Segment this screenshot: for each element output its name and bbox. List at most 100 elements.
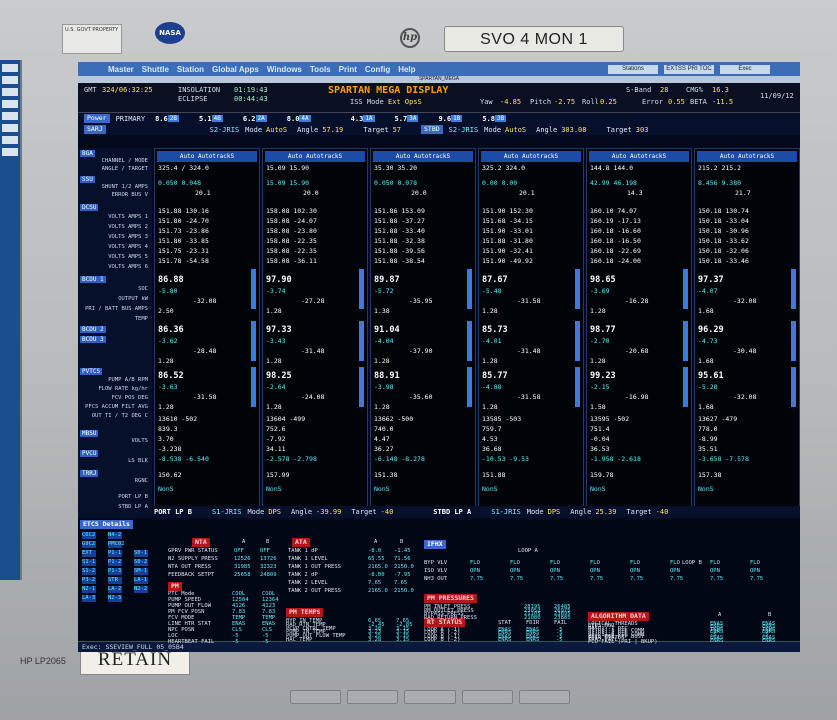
alg-b-value: ENAS bbox=[762, 637, 776, 644]
ifhx-value: 7.75 bbox=[590, 576, 604, 582]
channel-value: 87.67 bbox=[482, 275, 508, 285]
channel-value: 13604 -499 bbox=[266, 415, 306, 423]
channel-value: 151.88 -37.27 bbox=[374, 217, 425, 225]
power-channel: 5.8 bbox=[482, 114, 495, 123]
channel-tag: 2B bbox=[167, 115, 179, 122]
etcs-details-button[interactable]: ETCS Details bbox=[80, 520, 133, 529]
row-label[interactable]: BCDU 1 bbox=[80, 276, 106, 283]
stbd-sarj: S2-JRIS bbox=[448, 125, 479, 134]
row-label[interactable]: MBSU bbox=[80, 430, 99, 437]
row-label[interactable]: BCDU 3 bbox=[80, 336, 106, 343]
channel-value: 1.28 bbox=[590, 357, 606, 365]
power-channel: 8.6 bbox=[155, 114, 168, 123]
monitor-buttons[interactable] bbox=[290, 690, 571, 708]
battery-bar bbox=[791, 367, 796, 407]
pm-temp-b-value: 3.15 bbox=[396, 637, 410, 643]
row-label: TEMP bbox=[134, 316, 148, 322]
port-angle-label: Angle bbox=[297, 125, 319, 134]
channel-value: 1.28 bbox=[374, 357, 390, 365]
channel-value: 158.08 -22.35 bbox=[266, 237, 317, 245]
extss-button[interactable]: EXTSS PRI TOC bbox=[664, 64, 714, 74]
ifhx-title[interactable]: IFHX bbox=[424, 540, 446, 549]
stbd-target-label: Target bbox=[606, 125, 632, 134]
nta-b-value: OFF bbox=[260, 548, 270, 554]
beta-label: BETA bbox=[690, 98, 707, 106]
row-label[interactable]: DCSU bbox=[80, 204, 99, 211]
row-label: ANGLE / TARGET bbox=[101, 166, 148, 172]
menu-print[interactable]: Print bbox=[339, 65, 357, 74]
channel-value: -6.148 -8.278 bbox=[374, 455, 425, 463]
row-label[interactable]: BGA bbox=[80, 150, 95, 157]
channel-value: NonS bbox=[698, 485, 714, 493]
channel-value: 8.456 9.380 bbox=[698, 179, 742, 187]
menu-master[interactable]: Master bbox=[108, 65, 134, 74]
channel-value: 2.50 bbox=[158, 307, 174, 315]
power-label[interactable]: Power bbox=[84, 114, 110, 123]
nta-b-value: 13726 bbox=[260, 556, 277, 562]
nta-b-value: 32323 bbox=[260, 564, 277, 570]
monitor-button[interactable] bbox=[518, 690, 571, 704]
menu-tools[interactable]: Tools bbox=[310, 65, 331, 74]
channel-value: 0.00 0.00 bbox=[482, 179, 518, 187]
loop-key-label: LA-1 bbox=[134, 577, 148, 583]
channel-value: 13595 -502 bbox=[590, 415, 630, 423]
exec-button[interactable]: Exec bbox=[720, 64, 770, 74]
channel-tag: 2A bbox=[255, 115, 267, 122]
channel-value: -37.90 bbox=[409, 347, 433, 355]
row-label[interactable]: PVTCS bbox=[80, 368, 103, 375]
battery-bar bbox=[359, 269, 364, 309]
pm-pressures-title: PM PRESSURES bbox=[424, 594, 477, 603]
menu-station[interactable]: Station bbox=[177, 65, 204, 74]
menu-shuttle[interactable]: Shuttle bbox=[142, 65, 169, 74]
channel-value: -3.74 bbox=[266, 287, 286, 295]
row-label[interactable]: TRRJ bbox=[80, 470, 99, 477]
battery-bar bbox=[791, 321, 796, 361]
power-channel: 6.2 bbox=[242, 114, 256, 123]
stbd-label[interactable]: STBD bbox=[421, 125, 443, 134]
channel-value: -1.958 -2.618 bbox=[590, 455, 641, 463]
channel-mode: Auto AutotrackS bbox=[589, 151, 689, 162]
nta-row-label: FEEDBACK SETPT bbox=[168, 572, 215, 578]
nta-col-a: A bbox=[242, 539, 246, 545]
loop-key-label: S0-2 bbox=[134, 559, 148, 565]
stations-button[interactable]: Stations bbox=[608, 64, 658, 74]
loop-port-angle: -39.99 bbox=[316, 508, 342, 516]
channel-value: 97.90 bbox=[266, 275, 292, 285]
pm-temp-a-value: 3.28 bbox=[368, 637, 382, 643]
channel-tag: 3A bbox=[407, 115, 419, 122]
channel-value: -3.69 bbox=[590, 287, 610, 295]
channel-value: -4.01 bbox=[482, 337, 502, 345]
rt-row-label: LOOP B (-2) bbox=[424, 636, 461, 643]
ifhx-value: 7.75 bbox=[550, 576, 564, 582]
stbd-angle-label: Angle bbox=[536, 125, 558, 134]
channel-value: 325.2 324.0 bbox=[482, 164, 526, 172]
monitor-button[interactable] bbox=[404, 690, 456, 704]
channel-value: 158.08 -36.11 bbox=[266, 257, 317, 265]
loop-key-label: S0-1 bbox=[134, 550, 148, 556]
row-label: OUTPUT kW bbox=[118, 296, 148, 302]
monitor-button[interactable] bbox=[347, 690, 399, 704]
row-label[interactable]: SSU bbox=[80, 176, 95, 183]
menu-config[interactable]: Config bbox=[365, 65, 390, 74]
menu-global-apps[interactable]: Global Apps bbox=[212, 65, 259, 74]
ifhx-row-label: ISO VLV bbox=[424, 568, 448, 574]
channel-value: 1.28 bbox=[482, 307, 498, 315]
adjacent-monitor bbox=[0, 60, 22, 580]
menu-windows[interactable]: Windows bbox=[267, 65, 302, 74]
channel-value: -32.08 bbox=[733, 393, 757, 401]
sarj-label[interactable]: SARJ bbox=[84, 125, 106, 134]
menu-help[interactable]: Help bbox=[398, 65, 415, 74]
monitor-button[interactable] bbox=[461, 690, 513, 704]
channel-value: 20.1 bbox=[519, 189, 535, 197]
channel-column: Auto AutotrackS 215.2 215.2 8.456 9.380 21.… bbox=[694, 148, 800, 518]
channel-value: 85.77 bbox=[482, 371, 508, 381]
monitor-button[interactable] bbox=[290, 690, 342, 704]
channel-value: 36.68 bbox=[482, 445, 502, 453]
row-label[interactable]: PVCU bbox=[80, 450, 99, 457]
row-label[interactable]: BCDU 2 bbox=[80, 326, 106, 333]
channel-value: 98.77 bbox=[590, 325, 616, 335]
channel-value: 0.050 0.048 bbox=[158, 179, 202, 187]
channel-value: -20.68 bbox=[625, 347, 649, 355]
ifhx-value: 7.75 bbox=[470, 576, 484, 582]
ifhx-value: FLO bbox=[550, 560, 560, 566]
